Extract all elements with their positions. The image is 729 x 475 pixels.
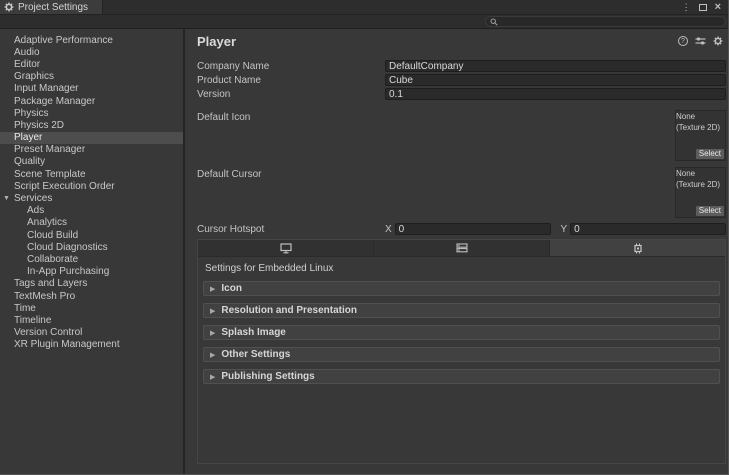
toolbar	[0, 15, 728, 29]
sidebar-item-quality[interactable]: Quality	[0, 156, 183, 168]
version-field[interactable]	[385, 88, 726, 100]
select-button[interactable]: Select	[696, 149, 724, 159]
sidebar-item-adaptive-performance[interactable]: Adaptive Performance	[0, 34, 183, 46]
titlebar: Project Settings ⋮ ×	[0, 0, 728, 15]
help-icon[interactable]: ?	[678, 36, 688, 46]
foldout-other-settings[interactable]: ▶ Other Settings	[203, 347, 720, 362]
version-label: Version	[197, 89, 385, 100]
sidebar-item-player[interactable]: Player	[0, 132, 183, 144]
default-icon-row: Default Icon None (Texture 2D) Select	[197, 110, 726, 162]
foldout-icon[interactable]: ▶ Icon	[203, 281, 720, 296]
sidebar-item-collaborate[interactable]: Collaborate	[0, 253, 183, 265]
close-icon[interactable]: ×	[715, 2, 721, 12]
sidebar-item-timeline[interactable]: Timeline	[0, 314, 183, 326]
default-cursor-label: Default Cursor	[197, 167, 385, 180]
cursor-hotspot-row: Cursor Hotspot X Y	[197, 222, 726, 236]
foldout-caret-icon: ▶	[210, 351, 215, 359]
foldout-publishing-settings[interactable]: ▶ Publishing Settings	[203, 369, 720, 384]
project-settings-window: Project Settings ⋮ × Adaptive Performanc…	[0, 0, 729, 475]
titlebar-spacer	[103, 0, 682, 14]
default-icon-label: Default Icon	[197, 110, 385, 123]
sidebar-item-editor[interactable]: Editor	[0, 58, 183, 70]
sidebar-item-analytics[interactable]: Analytics	[0, 217, 183, 229]
default-cursor-texture-slot[interactable]: None (Texture 2D) Select	[675, 167, 726, 218]
cursor-hotspot-label: Cursor Hotspot	[197, 224, 385, 235]
foldout-resolution-and-presentation[interactable]: ▶ Resolution and Presentation	[203, 303, 720, 318]
window-title: Project Settings	[18, 2, 88, 13]
product-name-label: Product Name	[197, 75, 385, 86]
settings-gear-icon[interactable]	[713, 36, 723, 46]
player-settings-panel: Player ?	[185, 29, 728, 475]
company-name-row: Company Name	[197, 59, 726, 73]
product-name-field[interactable]	[385, 74, 726, 86]
sidebar-item-preset-manager[interactable]: Preset Manager	[0, 144, 183, 156]
company-name-label: Company Name	[197, 61, 385, 72]
sidebar-item-time[interactable]: Time	[0, 302, 183, 314]
dedicated-server-icon	[456, 243, 468, 253]
search-box[interactable]	[485, 16, 726, 27]
expander-caret-icon[interactable]: ▼	[3, 195, 14, 202]
sidebar-item-version-control[interactable]: Version Control	[0, 327, 183, 339]
tab-desktop[interactable]	[198, 240, 374, 256]
texture-none-text: None (Texture 2D)	[676, 166, 720, 189]
tab-embedded-linux[interactable]	[550, 240, 725, 256]
tab-dedicated-server[interactable]	[374, 240, 550, 256]
hotspot-y-label: Y	[561, 224, 568, 235]
select-button[interactable]: Select	[696, 206, 724, 216]
sidebar-item-services[interactable]: ▼ Services	[0, 192, 183, 204]
hotspot-x-field[interactable]	[395, 223, 551, 235]
sidebar-item-cloud-diagnostics[interactable]: Cloud Diagnostics	[0, 241, 183, 253]
settings-for-platform-label: Settings for Embedded Linux	[205, 263, 720, 274]
foldout-splash-image[interactable]: ▶ Splash Image	[203, 325, 720, 340]
sidebar-item-audio[interactable]: Audio	[0, 46, 183, 58]
sidebar-item-package-manager[interactable]: Package Manager	[0, 95, 183, 107]
foldout-caret-icon: ▶	[210, 307, 215, 315]
sidebar-item-ads[interactable]: Ads	[0, 205, 183, 217]
sidebar-item-cloud-build[interactable]: Cloud Build	[0, 229, 183, 241]
maximize-icon[interactable]	[699, 4, 707, 11]
platform-settings-box: Settings for Embedded Linux ▶ Icon ▶ Res…	[197, 239, 726, 464]
search-input[interactable]	[501, 17, 721, 26]
sidebar-item-script-execution-order[interactable]: Script Execution Order	[0, 180, 183, 192]
foldout-caret-icon: ▶	[210, 285, 215, 293]
platform-tab-bar	[198, 240, 725, 257]
embedded-chip-icon	[632, 243, 644, 254]
company-name-field[interactable]	[385, 60, 726, 72]
presets-icon[interactable]	[695, 36, 706, 46]
sidebar-item-xr-plugin-management[interactable]: XR Plugin Management	[0, 339, 183, 351]
default-icon-texture-slot[interactable]: None (Texture 2D) Select	[675, 110, 726, 161]
sidebar-item-physics[interactable]: Physics	[0, 107, 183, 119]
version-row: Version	[197, 87, 726, 101]
search-icon	[490, 18, 498, 26]
sidebar-item-in-app-purchasing[interactable]: In-App Purchasing	[0, 266, 183, 278]
sidebar-item-graphics[interactable]: Graphics	[0, 71, 183, 83]
foldout-caret-icon: ▶	[210, 329, 215, 337]
embedded-linux-settings: Settings for Embedded Linux ▶ Icon ▶ Res…	[198, 257, 725, 384]
sidebar-item-input-manager[interactable]: Input Manager	[0, 83, 183, 95]
hotspot-y-field[interactable]	[570, 223, 726, 235]
hotspot-x-label: X	[385, 224, 392, 235]
menu-kebab-icon[interactable]: ⋮	[682, 3, 691, 12]
foldout-caret-icon: ▶	[210, 373, 215, 381]
sidebar-item-physics-2d[interactable]: Physics 2D	[0, 119, 183, 131]
window-tab[interactable]: Project Settings	[0, 0, 103, 14]
sidebar-item-scene-template[interactable]: Scene Template	[0, 168, 183, 180]
settings-category-sidebar: Adaptive Performance Audio Editor Graphi…	[0, 29, 185, 475]
sidebar-item-tags-and-layers[interactable]: Tags and Layers	[0, 278, 183, 290]
product-name-row: Product Name	[197, 73, 726, 87]
page-title: Player	[197, 34, 236, 49]
texture-none-text: None (Texture 2D)	[676, 109, 720, 132]
default-cursor-row: Default Cursor None (Texture 2D) Select	[197, 167, 726, 219]
desktop-monitor-icon	[280, 243, 292, 254]
gear-icon	[4, 2, 14, 12]
sidebar-item-textmesh-pro[interactable]: TextMesh Pro	[0, 290, 183, 302]
